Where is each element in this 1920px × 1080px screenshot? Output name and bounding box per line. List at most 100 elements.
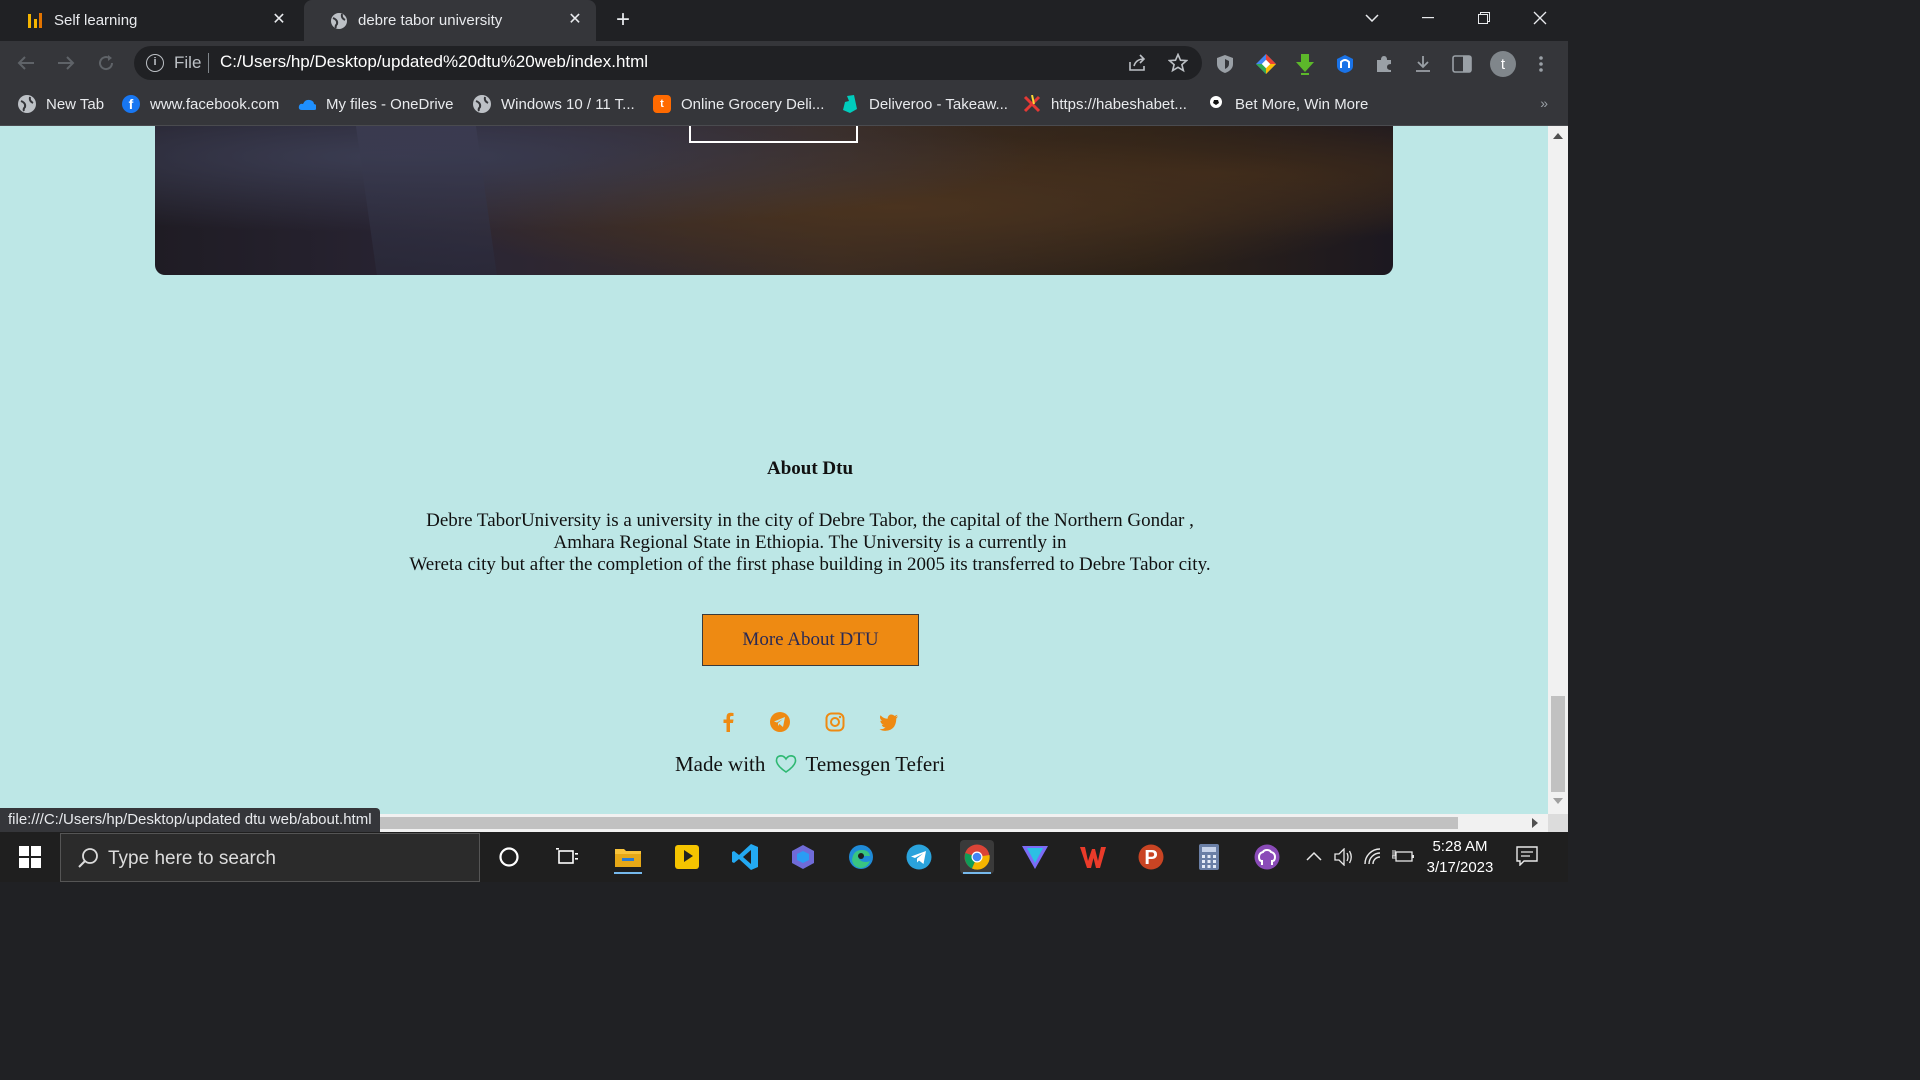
bookmark-label: Bet More, Win More bbox=[1235, 95, 1369, 113]
taskbar-search-box[interactable]: Type here to search bbox=[60, 833, 480, 882]
taskbar-clock[interactable]: 5:28 AM 3/17/2023 bbox=[1420, 836, 1500, 878]
scroll-down-arrow-icon[interactable] bbox=[1553, 798, 1563, 805]
about-text: Debre TaborUniversity is a university in… bbox=[0, 510, 1548, 576]
copilot-icon[interactable] bbox=[786, 840, 820, 874]
bookmark-facebook[interactable]: f www.facebook.com bbox=[122, 93, 279, 115]
deliveroo-icon bbox=[841, 95, 859, 113]
diamond-extension-icon[interactable] bbox=[1255, 53, 1277, 75]
tab-strip: Self learning ✕ debre tabor university ✕… bbox=[0, 0, 1568, 41]
vpn-extension-icon[interactable] bbox=[1334, 53, 1356, 75]
scroll-right-arrow-icon[interactable] bbox=[1532, 818, 1539, 828]
vscode-icon[interactable] bbox=[728, 840, 762, 874]
search-icon bbox=[77, 847, 99, 874]
page-viewport: Enrol Here About Dtu Debre TaborUniversi… bbox=[0, 126, 1548, 814]
windows-start-icon[interactable] bbox=[10, 844, 50, 870]
tab-debre-tabor[interactable]: debre tabor university ✕ bbox=[304, 0, 596, 41]
twitter-icon[interactable] bbox=[877, 710, 901, 734]
bookmarks-overflow-icon[interactable]: » bbox=[1540, 95, 1548, 111]
minimize-icon[interactable] bbox=[1400, 0, 1456, 36]
github-desktop-icon[interactable] bbox=[1250, 840, 1284, 874]
reload-icon[interactable] bbox=[94, 51, 118, 75]
forward-arrow-icon[interactable] bbox=[54, 51, 78, 75]
bookmark-new-tab[interactable]: New Tab bbox=[18, 93, 104, 115]
bookmark-deliveroo[interactable]: Deliveroo - Takeaw... bbox=[841, 93, 1008, 115]
facebook-icon[interactable] bbox=[716, 710, 740, 734]
about-line: Amhara Regional State in Ethiopia. The U… bbox=[553, 532, 1067, 553]
shield-extension-icon[interactable] bbox=[1214, 53, 1236, 75]
about-title: About Dtu bbox=[766, 458, 854, 479]
bookmark-label: Online Grocery Deli... bbox=[681, 95, 825, 113]
telegram-desktop-icon[interactable] bbox=[902, 840, 936, 874]
site-info-icon[interactable]: i bbox=[146, 54, 164, 72]
cortana-icon[interactable] bbox=[492, 840, 526, 874]
soccer-ball-icon bbox=[1207, 95, 1225, 113]
credit-prefix: Made with bbox=[674, 752, 766, 776]
vpn-app-icon[interactable] bbox=[1018, 840, 1052, 874]
close-tab-icon[interactable]: ✕ bbox=[566, 11, 584, 29]
facebook-icon: f bbox=[122, 95, 140, 113]
bookmark-bet-more[interactable]: Bet More, Win More bbox=[1207, 93, 1368, 115]
tab-search-chevron-icon[interactable] bbox=[1344, 0, 1400, 36]
bookmark-habeshabet[interactable]: https://habeshabet... bbox=[1023, 93, 1187, 115]
new-tab-plus-icon[interactable]: + bbox=[610, 8, 636, 34]
close-tab-icon[interactable]: ✕ bbox=[270, 11, 288, 29]
hero-banner-image: Enrol Here bbox=[155, 126, 1393, 275]
file-explorer-icon[interactable] bbox=[611, 840, 645, 874]
globe-icon bbox=[18, 95, 36, 113]
edge-icon[interactable] bbox=[844, 840, 878, 874]
search-placeholder: Type here to search bbox=[108, 848, 276, 869]
vertical-scroll-thumb[interactable] bbox=[1551, 696, 1565, 792]
bookmark-label: My files - OneDrive bbox=[326, 95, 454, 113]
wps-office-icon[interactable] bbox=[1076, 840, 1110, 874]
credit-author: Temesgen Teferi bbox=[805, 752, 946, 776]
onedrive-icon bbox=[298, 95, 316, 113]
share-icon[interactable] bbox=[1128, 53, 1148, 73]
profile-avatar[interactable]: t bbox=[1490, 51, 1516, 77]
telegram-icon[interactable] bbox=[768, 710, 792, 734]
chrome-icon[interactable] bbox=[960, 840, 994, 874]
volume-icon[interactable] bbox=[1334, 847, 1354, 870]
vertical-scrollbar[interactable] bbox=[1548, 126, 1568, 814]
media-player-icon[interactable] bbox=[670, 840, 704, 874]
url-text[interactable]: C:/Users/hp/Desktop/updated%20dtu%20web/… bbox=[220, 52, 648, 72]
tab-self-learning[interactable]: Self learning ✕ bbox=[0, 0, 300, 41]
divider bbox=[208, 53, 209, 73]
side-panel-icon[interactable] bbox=[1451, 53, 1473, 75]
tab-title: Self learning bbox=[54, 12, 138, 29]
restore-icon[interactable] bbox=[1456, 0, 1512, 36]
active-indicator bbox=[963, 872, 991, 874]
clock-time: 5:28 AM bbox=[1432, 838, 1488, 855]
active-indicator bbox=[614, 872, 642, 874]
bookmark-star-icon[interactable] bbox=[1168, 53, 1188, 73]
clock-date: 3/17/2023 bbox=[1426, 859, 1494, 876]
bookmark-grocery[interactable]: t Online Grocery Deli... bbox=[653, 93, 824, 115]
calculator-icon[interactable] bbox=[1192, 840, 1226, 874]
instagram-icon[interactable] bbox=[823, 710, 847, 734]
close-window-icon[interactable] bbox=[1512, 0, 1568, 36]
globe-icon bbox=[473, 95, 491, 113]
windows-taskbar: Type here to search P 5:28 AM 3/17/2023 bbox=[0, 832, 1568, 882]
enrol-here-button[interactable]: Enrol Here bbox=[689, 126, 858, 143]
menu-kebab-icon[interactable] bbox=[1530, 53, 1552, 75]
horizontal-scroll-thumb[interactable] bbox=[380, 817, 1458, 829]
notifications-icon[interactable] bbox=[1516, 846, 1538, 870]
scroll-up-arrow-icon[interactable] bbox=[1553, 132, 1563, 139]
tab-title: debre tabor university bbox=[358, 12, 503, 29]
task-view-icon[interactable] bbox=[550, 840, 584, 874]
psiphon-icon[interactable]: P bbox=[1134, 840, 1168, 874]
bookmark-label: Deliveroo - Takeaw... bbox=[869, 95, 1008, 113]
back-arrow-icon[interactable] bbox=[14, 51, 38, 75]
hero-road-decor bbox=[353, 126, 497, 275]
bookmark-label: www.facebook.com bbox=[150, 95, 280, 113]
battery-charging-icon[interactable] bbox=[1391, 848, 1414, 868]
bookmark-onedrive[interactable]: My files - OneDrive bbox=[298, 93, 454, 115]
wifi-icon[interactable] bbox=[1364, 848, 1384, 870]
bookmark-windows[interactable]: Windows 10 / 11 T... bbox=[473, 93, 635, 115]
puzzle-extensions-icon[interactable] bbox=[1373, 53, 1395, 75]
tray-overflow-chevron-icon[interactable] bbox=[1306, 848, 1322, 865]
downloads-icon[interactable] bbox=[1412, 53, 1434, 75]
address-bar[interactable]: i File C:/Users/hp/Desktop/updated%20dtu… bbox=[134, 46, 1202, 80]
habeshabet-icon bbox=[1023, 95, 1041, 113]
more-about-dtu-button[interactable]: More About DTU bbox=[702, 614, 919, 666]
download-arrow-extension-icon[interactable] bbox=[1294, 53, 1316, 75]
